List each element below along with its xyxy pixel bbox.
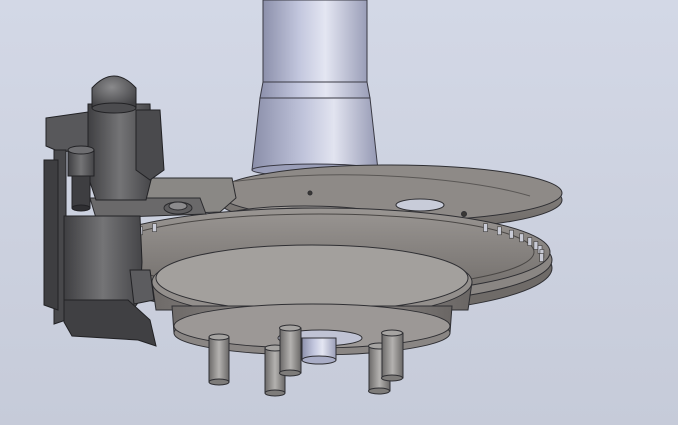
rotor-vent-slot (527, 237, 533, 246)
rotor-vent-slot (519, 233, 524, 243)
rotor-vent-slot (152, 223, 157, 232)
caliper-bleeder-cap (91, 75, 137, 114)
plate-bolt-hole (461, 211, 467, 217)
plate-slot (395, 198, 445, 212)
cad-viewport[interactable] (0, 0, 678, 425)
rotor-vent-slot (497, 226, 502, 236)
rotor-vent-slot (509, 229, 514, 239)
wheel-stud (208, 333, 230, 386)
rotor-vent-slot (483, 223, 488, 232)
caliper-guide-pin (67, 145, 95, 212)
wheel-stud (279, 324, 302, 377)
rotor-vent-slot (539, 253, 544, 262)
plate-bolt-hole (307, 190, 313, 196)
wheel-stud (381, 329, 404, 382)
strut-tube[interactable] (251, 0, 379, 177)
rotor-vent-slot (533, 241, 539, 250)
